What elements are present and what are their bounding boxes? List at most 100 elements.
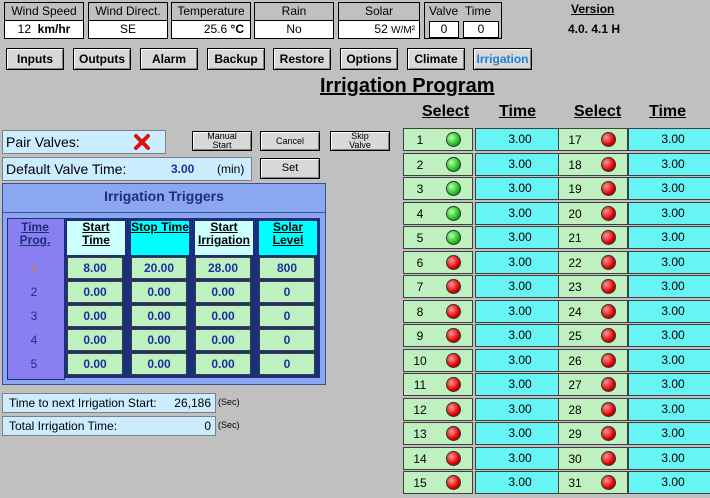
red-led-icon[interactable] [601, 279, 616, 294]
default-valve-time-value[interactable]: 3.00 [171, 162, 194, 176]
manual-start-button[interactable]: Manual Start [192, 131, 252, 151]
red-led-icon[interactable] [446, 450, 461, 466]
valve-select-24[interactable]: 24 [558, 299, 628, 323]
valve-select-2[interactable]: 2 [403, 152, 473, 176]
valve-select-22[interactable]: 22 [558, 250, 628, 274]
green-led-icon[interactable] [446, 181, 461, 196]
stop-time-cell[interactable]: 0.00 [131, 305, 187, 327]
valve-time-25[interactable]: 3.00 [628, 324, 710, 347]
valve-select-15[interactable]: 15 [403, 471, 473, 494]
start-time-cell[interactable]: 0.00 [67, 353, 123, 375]
red-led-icon[interactable] [601, 401, 616, 417]
valve-time-23[interactable]: 3.00 [628, 275, 710, 298]
inputs-button[interactable]: Inputs [6, 48, 64, 70]
red-led-icon[interactable] [601, 181, 616, 196]
backup-button[interactable]: Backup [207, 48, 265, 70]
red-led-icon[interactable] [601, 328, 616, 343]
valve-select-30[interactable]: 30 [558, 446, 628, 470]
valve-select-5[interactable]: 5 [403, 226, 473, 249]
start-irrigation-cell[interactable]: 0.00 [195, 281, 251, 303]
valve-select-26[interactable]: 26 [558, 348, 628, 372]
red-led-icon[interactable] [446, 401, 461, 417]
red-led-icon[interactable] [446, 328, 461, 343]
skip-valve-button[interactable]: Skip Valve [330, 131, 390, 151]
valve-time-24[interactable]: 3.00 [628, 299, 710, 323]
green-led-icon[interactable] [446, 205, 461, 221]
start-time-cell[interactable]: 8.00 [67, 257, 123, 279]
valve-select-7[interactable]: 7 [403, 275, 473, 298]
red-led-icon[interactable] [601, 132, 616, 147]
valve-time-21[interactable]: 3.00 [628, 226, 710, 249]
valve-select-11[interactable]: 11 [403, 373, 473, 396]
valve-time-7[interactable]: 3.00 [475, 275, 565, 298]
red-led-icon[interactable] [601, 230, 616, 245]
red-led-icon[interactable] [446, 352, 461, 368]
green-led-icon[interactable] [446, 132, 461, 147]
red-x-icon[interactable] [133, 133, 151, 151]
start-irrigation-cell[interactable]: 28.00 [195, 257, 251, 279]
valve-select-6[interactable]: 6 [403, 250, 473, 274]
valve-select-13[interactable]: 13 [403, 422, 473, 445]
valve-select-21[interactable]: 21 [558, 226, 628, 249]
valve-select-28[interactable]: 28 [558, 397, 628, 421]
valve-select-9[interactable]: 9 [403, 324, 473, 347]
valve-select-31[interactable]: 31 [558, 471, 628, 494]
valve-select-23[interactable]: 23 [558, 275, 628, 298]
valve-select-20[interactable]: 20 [558, 201, 628, 225]
red-led-icon[interactable] [601, 426, 616, 441]
valve-select-17[interactable]: 17 [558, 128, 628, 151]
solar-level-cell[interactable]: 0 [259, 329, 315, 351]
valve-select-10[interactable]: 10 [403, 348, 473, 372]
red-led-icon[interactable] [601, 475, 616, 490]
valve-time-1[interactable]: 3.00 [475, 128, 565, 151]
green-led-icon[interactable] [446, 156, 461, 172]
stop-time-cell[interactable]: 0.00 [131, 353, 187, 375]
stop-time-cell[interactable]: 0.00 [131, 281, 187, 303]
valve-time-26[interactable]: 3.00 [628, 348, 710, 372]
red-led-icon[interactable] [446, 279, 461, 294]
valve-time-18[interactable]: 3.00 [628, 152, 710, 176]
valve-time-15[interactable]: 3.00 [475, 471, 565, 494]
red-led-icon[interactable] [601, 352, 616, 368]
red-led-icon[interactable] [601, 205, 616, 221]
valve-time-20[interactable]: 3.00 [628, 201, 710, 225]
valve-time-12[interactable]: 3.00 [475, 397, 565, 421]
red-led-icon[interactable] [601, 254, 616, 270]
restore-button[interactable]: Restore [273, 48, 331, 70]
start-time-cell[interactable]: 0.00 [67, 305, 123, 327]
valve-select-18[interactable]: 18 [558, 152, 628, 176]
valve-time-8[interactable]: 3.00 [475, 299, 565, 323]
stop-time-cell[interactable]: 0.00 [131, 329, 187, 351]
valve-time-11[interactable]: 3.00 [475, 373, 565, 396]
climate-button[interactable]: Climate [407, 48, 465, 70]
valve-select-29[interactable]: 29 [558, 422, 628, 445]
valve-time-10[interactable]: 3.00 [475, 348, 565, 372]
valve-time-19[interactable]: 3.00 [628, 177, 710, 200]
start-time-cell[interactable]: 0.00 [67, 329, 123, 351]
red-led-icon[interactable] [446, 475, 461, 490]
valve-time-22[interactable]: 3.00 [628, 250, 710, 274]
start-irrigation-cell[interactable]: 0.00 [195, 305, 251, 327]
valve-time-2[interactable]: 3.00 [475, 152, 565, 176]
valve-time-31[interactable]: 3.00 [628, 471, 710, 494]
valve-select-25[interactable]: 25 [558, 324, 628, 347]
red-led-icon[interactable] [601, 377, 616, 392]
valve-select-3[interactable]: 3 [403, 177, 473, 200]
valve-select-12[interactable]: 12 [403, 397, 473, 421]
valve-time-3[interactable]: 3.00 [475, 177, 565, 200]
green-led-icon[interactable] [446, 230, 461, 245]
valve-time-6[interactable]: 3.00 [475, 250, 565, 274]
valve-time-13[interactable]: 3.00 [475, 422, 565, 445]
red-led-icon[interactable] [601, 450, 616, 466]
cancel-button[interactable]: Cancel [260, 131, 320, 151]
valve-select-1[interactable]: 1 [403, 128, 473, 151]
valve-select-19[interactable]: 19 [558, 177, 628, 200]
red-led-icon[interactable] [601, 156, 616, 172]
valve-time-27[interactable]: 3.00 [628, 373, 710, 396]
start-time-cell[interactable]: 0.00 [67, 281, 123, 303]
valve-time-4[interactable]: 3.00 [475, 201, 565, 225]
options-button[interactable]: Options [340, 48, 398, 70]
valve-time-17[interactable]: 3.00 [628, 128, 710, 151]
solar-level-cell[interactable]: 0 [259, 305, 315, 327]
red-led-icon[interactable] [446, 303, 461, 319]
